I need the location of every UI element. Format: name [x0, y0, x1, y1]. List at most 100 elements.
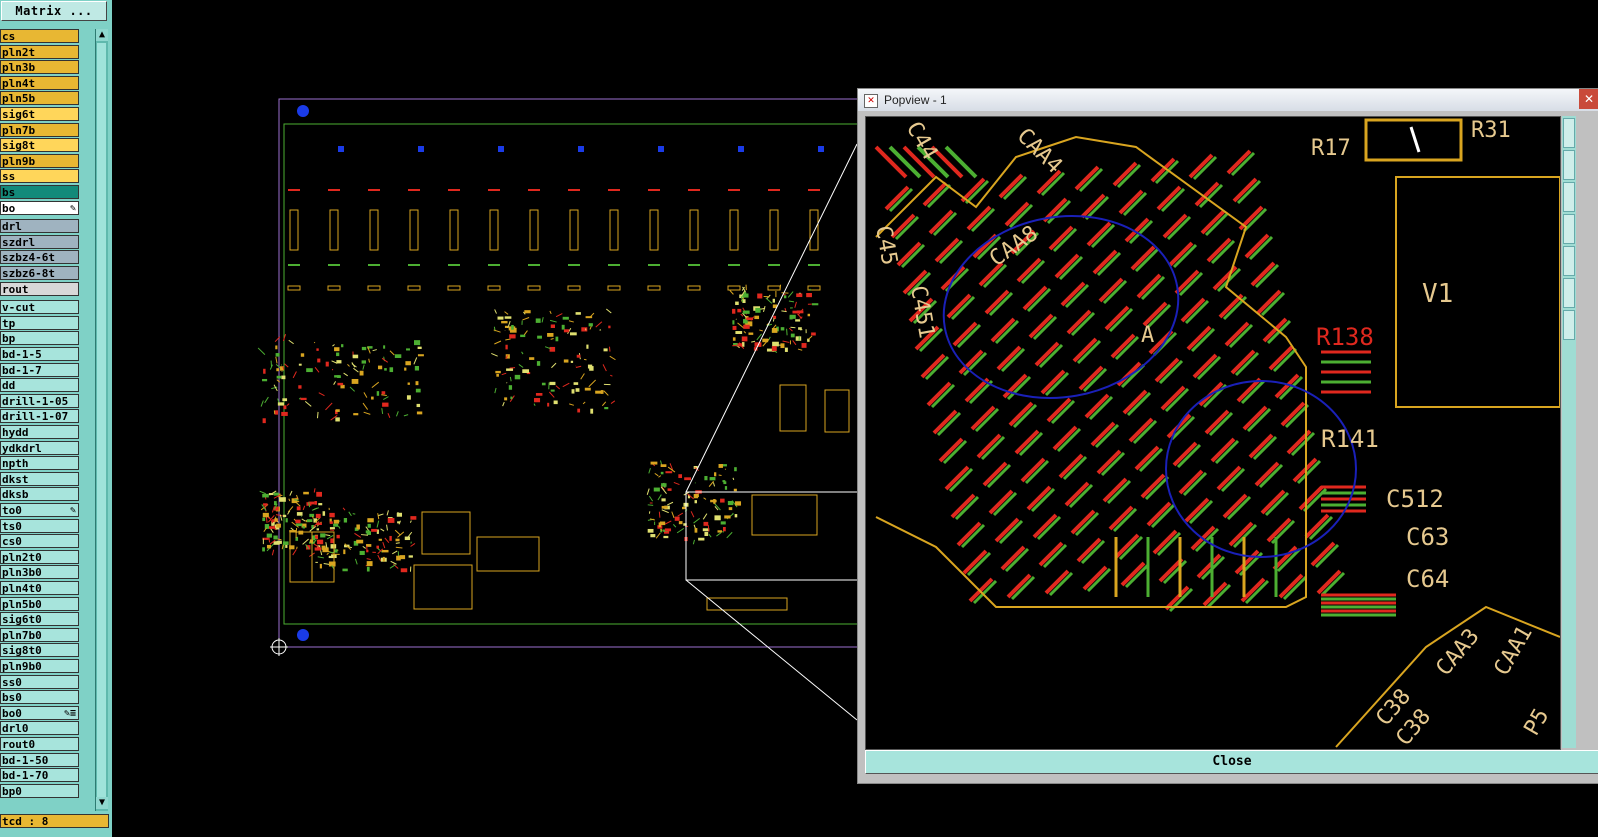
layer-item-pln4t[interactable]: pln4t: [0, 75, 79, 90]
pcb-feature: [754, 315, 760, 320]
popview-tool-2[interactable]: [1563, 150, 1575, 180]
pcb-feature: [577, 408, 581, 413]
matrix-button[interactable]: Matrix ...: [1, 1, 107, 21]
layer-item-bd-1-7[interactable]: bd-1-7: [0, 362, 79, 377]
popview-viewport[interactable]: R17 R31 V1 R138 R141 C512 C63 C64 A CAA8…: [865, 116, 1561, 750]
layer-item-dkst[interactable]: dkst: [0, 471, 79, 486]
layer-item-to0[interactable]: to0 ✎: [0, 503, 79, 517]
layer-item-pln3b0[interactable]: pln3b0: [0, 565, 79, 580]
pcb-canvas[interactable]: [112, 0, 857, 837]
layer-item-v-cut[interactable]: v-cut: [0, 300, 79, 315]
layer-item-szdrl[interactable]: szdrl: [0, 234, 79, 249]
scroll-down-icon[interactable]: ▼: [96, 797, 108, 809]
pcb-feature: [692, 539, 695, 545]
layer-item-pln9b[interactable]: pln9b: [0, 153, 79, 168]
layer-item-sig8t[interactable]: sig8t: [0, 138, 79, 153]
layer-item-pln5b0[interactable]: pln5b0: [0, 596, 79, 611]
layer-item-ss[interactable]: ss: [0, 169, 79, 184]
layer-item-bo0[interactable]: bo0 ✎≡: [0, 705, 79, 720]
layer-item-pln5b[interactable]: pln5b: [0, 91, 79, 106]
pcb-feature: [658, 522, 662, 528]
layer-item-hydd[interactable]: hydd: [0, 425, 79, 439]
popview-tool-6[interactable]: [1563, 278, 1575, 308]
layer-item-pln9b0[interactable]: pln9b0: [0, 659, 79, 673]
layer-item-ts0[interactable]: ts0: [0, 518, 79, 533]
layer-item-bd-1-5[interactable]: bd-1-5: [0, 347, 79, 361]
pcb-feature: [561, 324, 565, 330]
layer-item-pln2t[interactable]: pln2t: [0, 44, 79, 59]
layer-item-bp0[interactable]: bp0: [0, 783, 79, 798]
layer-item-pln4t0[interactable]: pln4t0: [0, 581, 79, 595]
layer-item-sig6t0[interactable]: sig6t0: [0, 612, 79, 627]
pcb-feature: [316, 411, 319, 419]
layer-item-szbz6-8t[interactable]: szbz6-8t: [0, 266, 79, 280]
pcb-feature: [395, 546, 403, 549]
layer-item-bs[interactable]: bs: [0, 185, 79, 199]
layer-item-pln2t0[interactable]: pln2t0: [0, 549, 79, 564]
pcb-feature: [504, 311, 509, 315]
pcb-feature: [342, 507, 346, 511]
layer-item-npth[interactable]: npth: [0, 456, 79, 471]
pcb-feature: [717, 530, 722, 533]
layer-label: bd-1-7: [2, 363, 42, 377]
layer-item-tp[interactable]: tp: [0, 315, 79, 330]
label-v1: V1: [1422, 279, 1453, 309]
pcb-feature: [575, 388, 580, 392]
popview-tool-5[interactable]: [1563, 246, 1575, 276]
layer-item-pln7b0[interactable]: pln7b0: [0, 627, 79, 642]
pcb-feature: [586, 344, 589, 349]
popview-tool-7[interactable]: [1563, 310, 1575, 340]
layer-item-drl[interactable]: drl: [0, 219, 79, 234]
layer-scrollbar[interactable]: ▲ ▼: [95, 29, 108, 811]
layer-item-ydkdrl[interactable]: ydkdrl: [0, 440, 79, 455]
layer-item-sig6t[interactable]: sig6t: [0, 107, 79, 121]
pcb-feature: [314, 367, 320, 373]
layer-item-rout[interactable]: rout: [0, 281, 79, 296]
popview-tool-4[interactable]: [1563, 214, 1575, 244]
popview-tool-3[interactable]: [1563, 182, 1575, 212]
window-close-icon[interactable]: ✕: [1579, 89, 1598, 109]
popview-tool-1[interactable]: [1563, 118, 1575, 148]
scroll-thumb[interactable]: [97, 43, 106, 803]
layer-item-sig8t0[interactable]: sig8t0: [0, 643, 79, 658]
pcb-feature: [738, 146, 744, 152]
layer-item-cs[interactable]: cs: [0, 29, 79, 43]
pcb-feature: [316, 348, 319, 351]
scroll-up-icon[interactable]: ▲: [96, 29, 108, 41]
layer-item-rout0[interactable]: rout0: [0, 737, 79, 751]
layer-item-bd-1-50[interactable]: bd-1-50: [0, 752, 79, 767]
pcb-feature: [735, 331, 743, 335]
layer-label: ydkdrl: [2, 441, 42, 455]
layer-item-drill-1-07[interactable]: drill-1-07: [0, 409, 79, 424]
layer-item-szbz4-6t[interactable]: szbz4-6t: [0, 250, 79, 265]
layer-item-cs0[interactable]: cs0: [0, 534, 79, 549]
layer-item-pln3b[interactable]: pln3b: [0, 60, 79, 75]
layer-item-dd[interactable]: dd: [0, 378, 79, 393]
layer-item-tcd[interactable]: tcd : 8: [0, 814, 109, 828]
pcb-feature: [801, 343, 807, 348]
layer-item-bp[interactable]: bp: [0, 331, 79, 346]
layer-item-ss0[interactable]: ss0: [0, 674, 79, 689]
pcb-feature: [581, 327, 588, 332]
pcb-feature: [541, 317, 544, 323]
pcb-feature: [363, 411, 371, 415]
popview-titlebar[interactable]: ✕ Popview - 1 ✕: [858, 89, 1598, 111]
pcb-feature: [547, 402, 550, 407]
pcb-feature: [704, 531, 709, 537]
layer-item-drl0[interactable]: drl0: [0, 721, 79, 736]
pcb-feature: [384, 537, 390, 544]
close-button[interactable]: Close: [865, 750, 1598, 774]
pcb-feature: [390, 560, 397, 565]
pcb-feature: [732, 308, 736, 314]
layer-item-dksb[interactable]: dksb: [0, 487, 79, 502]
layer-item-pln7b[interactable]: pln7b: [0, 122, 79, 137]
layer-item-bs0[interactable]: bs0: [0, 690, 79, 705]
pcb-feature: [660, 464, 667, 468]
pcb-feature: [712, 482, 716, 487]
pcb-feature: [400, 568, 408, 573]
layer-item-bo[interactable]: bo ✎: [0, 200, 79, 215]
pcb-feature: [319, 563, 322, 569]
layer-item-drill-1-05[interactable]: drill-1-05: [0, 393, 79, 408]
pcb-feature: [714, 472, 717, 477]
layer-item-bd-1-70[interactable]: bd-1-70: [0, 768, 79, 783]
